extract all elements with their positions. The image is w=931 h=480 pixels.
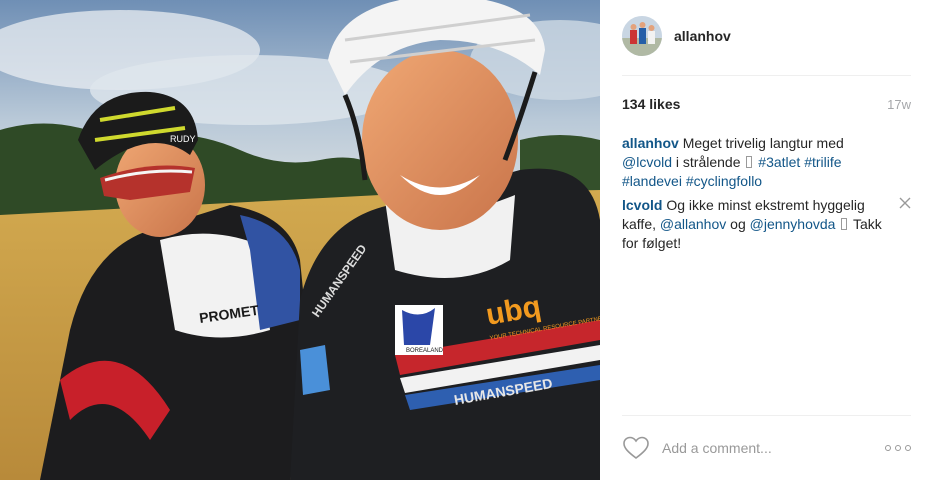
footer-divider: [622, 415, 911, 416]
missing-emoji-glyph: [746, 156, 753, 168]
caption-username[interactable]: allanhov: [622, 135, 679, 151]
likes-count[interactable]: 134 likes: [622, 96, 680, 112]
dot: [895, 445, 901, 451]
comment-text-2: og: [730, 216, 746, 232]
boreal-logo-text: BOREALAND: [406, 348, 444, 354]
comment-username[interactable]: lcvold: [622, 197, 662, 213]
comment-item: lcvold Og ikke minst ekstremt hyggelig k…: [622, 196, 911, 253]
post-age[interactable]: 17w: [887, 97, 911, 112]
caption-text: Meget trivelig langtur med: [682, 135, 844, 151]
comment-input[interactable]: [662, 440, 885, 456]
more-options-icon[interactable]: [885, 443, 911, 453]
caption-mention[interactable]: @lcvold: [622, 154, 672, 170]
post-details-panel: allanhov 134 likes 17w allanhov Meget tr…: [600, 0, 931, 480]
post-photo[interactable]: RUDY PROMET HUMANSPEED ubq YOUR TECHNICA…: [0, 0, 600, 480]
missing-emoji-glyph: [841, 218, 848, 230]
helmet-brand-text: RUDY: [170, 134, 196, 144]
caption: allanhov Meget trivelig langtur med @lcv…: [622, 134, 894, 191]
dot: [885, 445, 891, 451]
post-header: allanhov: [622, 14, 912, 58]
comment-list: allanhov Meget trivelig langtur med @lcv…: [622, 134, 911, 258]
avatar[interactable]: [622, 16, 662, 56]
caption-text-2: i strålende: [675, 154, 741, 170]
dot: [905, 445, 911, 451]
avatar-image: [622, 16, 662, 56]
comment-bar: [622, 432, 911, 464]
comment-mention[interactable]: @allanhov: [660, 216, 726, 232]
caption-hashtag[interactable]: #cyclingfollo: [686, 173, 762, 189]
close-icon[interactable]: [898, 196, 912, 210]
caption-hashtag[interactable]: #3atlet: [758, 154, 800, 170]
caption-hashtag[interactable]: #landevei: [622, 173, 682, 189]
post-stats: 134 likes 17w: [622, 96, 911, 112]
photo-illustration: RUDY PROMET HUMANSPEED ubq YOUR TECHNICA…: [0, 0, 600, 480]
header-divider: [622, 75, 911, 76]
heart-icon[interactable]: [622, 435, 650, 461]
post-author-username[interactable]: allanhov: [674, 28, 731, 44]
caption-hashtag[interactable]: #trilife: [804, 154, 841, 170]
comment-mention[interactable]: @jennyhovda: [750, 216, 836, 232]
